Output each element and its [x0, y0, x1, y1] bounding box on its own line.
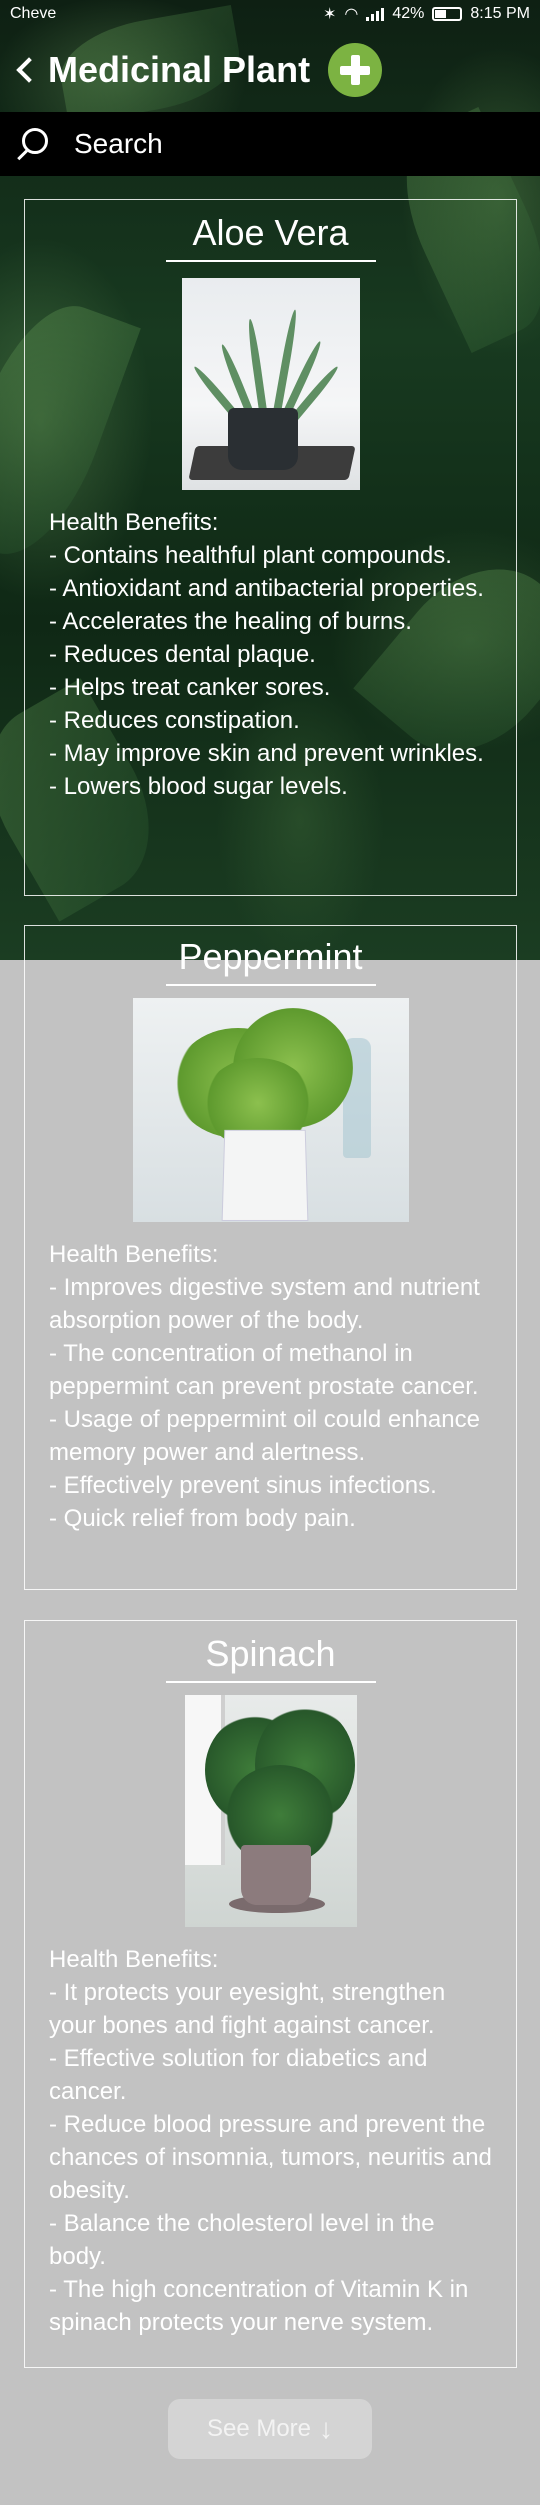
see-more-button[interactable]: See More ↓ [168, 2399, 372, 2459]
plant-name: Peppermint [178, 936, 363, 977]
bluetooth-icon: ✶ [323, 6, 337, 23]
benefits-heading: Health Benefits: [49, 1945, 219, 1973]
benefit-item: - Contains healthful plant compounds. [49, 541, 452, 569]
wifi-icon: ◠ [344, 6, 359, 23]
aloe-vera-image [181, 277, 360, 490]
spinach-image [184, 1694, 357, 1927]
plant-card-aloe-vera[interactable]: Aloe Vera Health Benefits: - Contains he… [24, 199, 517, 896]
peppermint-image [132, 997, 409, 1222]
title-divider [165, 984, 376, 986]
benefit-item: - Reduces dental plaque. [49, 640, 316, 668]
benefit-item: - It protects your eyesight, strengthen … [49, 1978, 446, 2039]
search-icon [22, 128, 48, 154]
health-benefits: Health Benefits: - Improves digestive sy… [25, 1238, 516, 1535]
chevron-left-icon [16, 57, 42, 83]
signal-icon [366, 7, 385, 21]
page-title: Medicinal Plant [48, 49, 311, 90]
plant-name: Spinach [205, 1633, 336, 1674]
search-input[interactable]: Search [74, 128, 163, 160]
benefit-item: - Effectively prevent sinus infections. [49, 1471, 437, 1499]
status-icons: ✶ ◠ 42% 8:15 PM [323, 4, 530, 24]
benefit-item: - Improves digestive system and nutrient… [49, 1273, 480, 1334]
benefit-item: - Helps treat canker sores. [49, 673, 331, 701]
plant-card-spinach[interactable]: Spinach Health Benefits: - It protects y… [24, 1620, 517, 2368]
back-button[interactable] [10, 50, 42, 90]
benefit-item: - Balance the cholesterol level in the b… [49, 2209, 435, 2270]
title-divider [165, 260, 376, 262]
benefit-item: - Reduces constipation. [49, 706, 300, 734]
see-more-label: See More [206, 2415, 312, 2442]
status-bar: Cheve ✶ ◠ 42% 8:15 PM [0, 0, 540, 28]
benefit-item: - Reduce blood pressure and prevent the … [49, 2110, 492, 2204]
plant-card-peppermint[interactable]: Peppermint Health Benefits: - Improves d… [24, 925, 517, 1590]
benefits-heading: Health Benefits: [49, 1240, 219, 1268]
benefit-item: - Effective solution for diabetics and c… [49, 2044, 428, 2105]
benefit-item: - The concentration of methanol in peppe… [49, 1339, 479, 1400]
carrier-name: Cheve [10, 5, 57, 22]
search-bar[interactable]: Search [0, 112, 540, 176]
battery-percent: 42% [392, 5, 425, 22]
health-benefits: Health Benefits: - Contains healthful pl… [25, 506, 516, 803]
arrow-down-icon: ↓ [319, 2413, 334, 2444]
benefit-item: - Accelerates the healing of burns. [49, 607, 412, 635]
clock: 8:15 PM [470, 5, 530, 22]
health-benefits: Health Benefits: - It protects your eyes… [25, 1943, 516, 2339]
benefit-item: - Usage of peppermint oil could enhance … [49, 1405, 480, 1466]
medical-cross-logo-icon [328, 43, 383, 97]
benefit-item: - Antioxidant and antibacterial properti… [49, 574, 484, 602]
benefit-item: - May improve skin and prevent wrinkles. [49, 739, 484, 767]
app-bar: Medicinal Plant [0, 28, 540, 112]
title-divider [165, 1681, 376, 1683]
benefit-item: - The high concentration of Vitamin K in… [49, 2275, 469, 2336]
benefits-heading: Health Benefits: [49, 508, 219, 536]
benefit-item: - Quick relief from body pain. [49, 1504, 356, 1532]
plant-name: Aloe Vera [192, 212, 349, 253]
benefit-item: - Lowers blood sugar levels. [49, 772, 348, 800]
battery-icon [432, 7, 463, 21]
